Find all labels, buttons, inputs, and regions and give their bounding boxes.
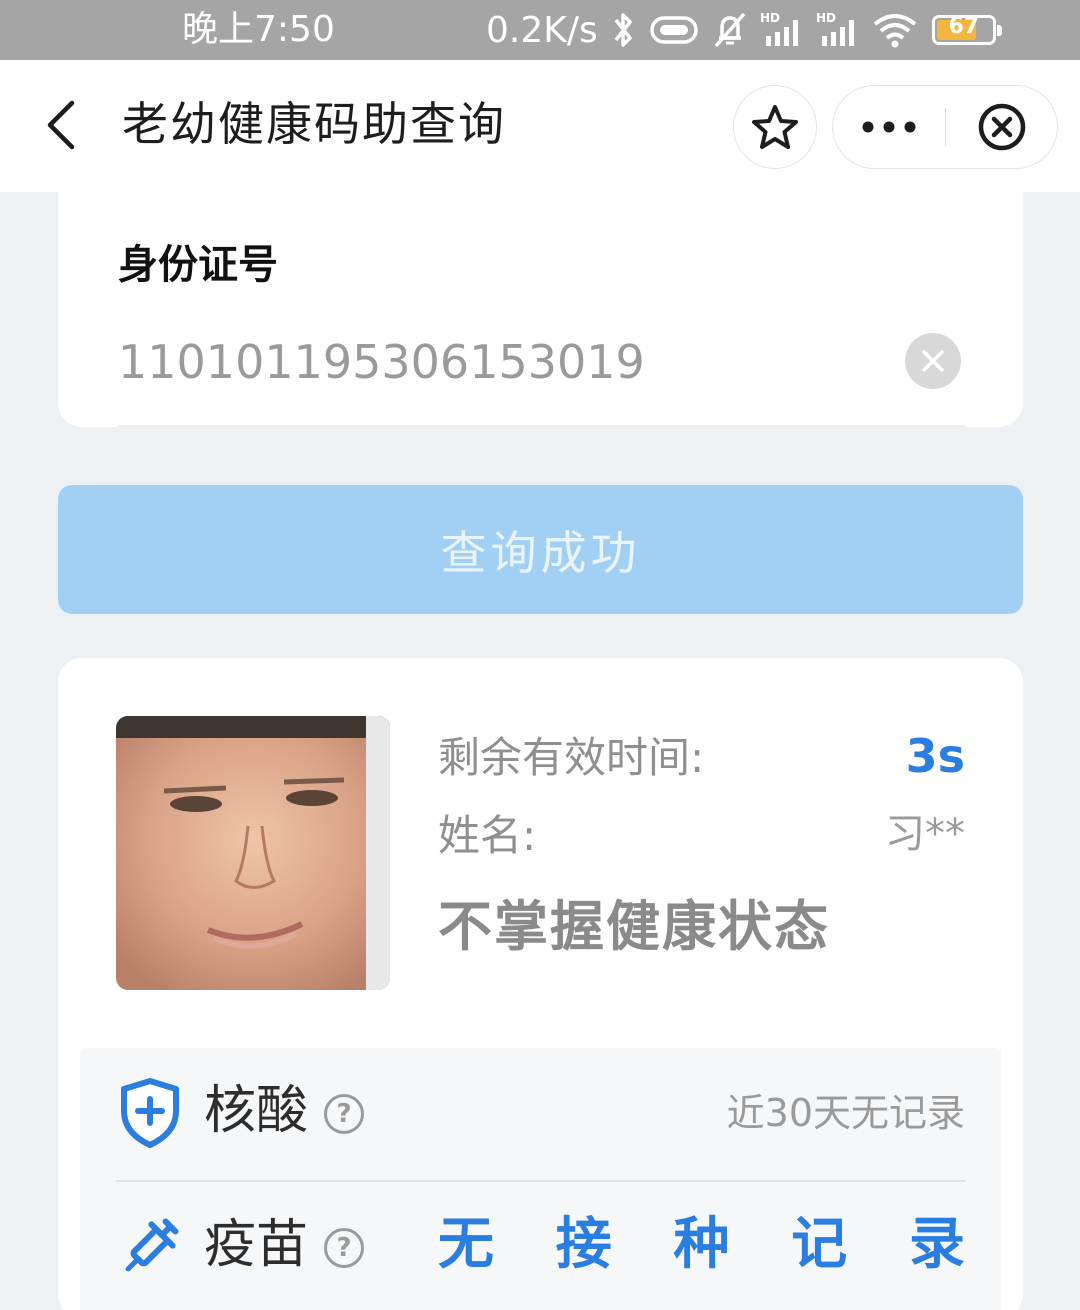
name-label: 姓名: [438,811,537,860]
svg-text:HD: HD [816,11,836,25]
star-icon [752,105,798,149]
health-status-text: 不掌握健康状态 [438,895,830,958]
page-title: 老幼健康码助查询 [122,97,506,151]
clear-x-icon [922,350,944,372]
nucleic-title: 核酸 [204,1081,309,1141]
query-button[interactable]: 查询成功 [58,485,1023,614]
syringe-icon [116,1210,184,1284]
id-number-input[interactable] [118,332,898,392]
vibrate-icon [650,16,698,44]
clear-input-button[interactable] [905,333,961,389]
vaccine-status-char: 录 [909,1212,965,1277]
id-number-label: 身份证号 [118,242,278,288]
back-arrow-icon [47,100,75,150]
nav-bar: 老幼健康码助查询 [0,60,1080,192]
remaining-time-value: 3s [905,729,965,783]
signal-hd-icon: HD [816,11,854,46]
favorite-button[interactable] [733,85,817,169]
name-value: 习** [885,811,965,857]
avatar [116,716,390,990]
input-underline [118,425,965,427]
vaccine-status-char: 种 [673,1212,730,1277]
vaccine-row: 疫苗 ? 无 接 种 记 录 [80,1182,1001,1310]
status-icons: 0.2K/s HD HD 67 [486,8,1002,52]
network-speed: 0.2K/s [486,9,598,51]
records-panel: 核酸 ? 近30天无记录 疫苗 ? 无 接 种 记 录 [80,1048,1001,1310]
vaccine-status: 无 接 种 记 录 [438,1212,965,1278]
close-circle-icon [978,103,1026,151]
mute-bell-icon [714,12,746,48]
vaccine-title: 疫苗 [204,1215,309,1275]
shield-plus-icon [116,1076,184,1150]
health-code-result-card: 剩余有效时间: 3s 姓名: 习** 不掌握健康状态 核酸 ? 近30天无记录 [58,658,1023,1310]
battery-level: 67 [948,14,980,39]
nucleic-acid-row: 核酸 ? 近30天无记录 [80,1048,1001,1178]
status-bar: 晚上7:50 0.2K/s HD HD 67 [0,0,1080,60]
vaccine-status-char: 记 [791,1212,848,1277]
bluetooth-icon [614,13,632,47]
more-button[interactable] [833,86,945,168]
back-button[interactable] [36,98,84,152]
nucleic-status: 近30天无记录 [726,1091,965,1135]
wifi-icon [873,14,916,48]
vaccine-help-icon[interactable]: ? [324,1228,364,1268]
id-input-card: 身份证号 [58,192,1023,427]
vaccine-status-char: 接 [555,1212,612,1277]
remaining-time-label: 剩余有效时间: [438,733,705,782]
close-button[interactable] [946,86,1058,168]
menu-capsule [832,85,1058,169]
battery-icon: 67 [931,14,1002,45]
more-dots-icon [862,121,916,133]
svg-text:HD: HD [760,11,780,25]
signal-hd-icon: HD [760,11,798,46]
nucleic-help-icon[interactable]: ? [324,1094,364,1134]
vaccine-status-char: 无 [438,1212,494,1277]
status-time: 晚上7:50 [182,9,335,50]
